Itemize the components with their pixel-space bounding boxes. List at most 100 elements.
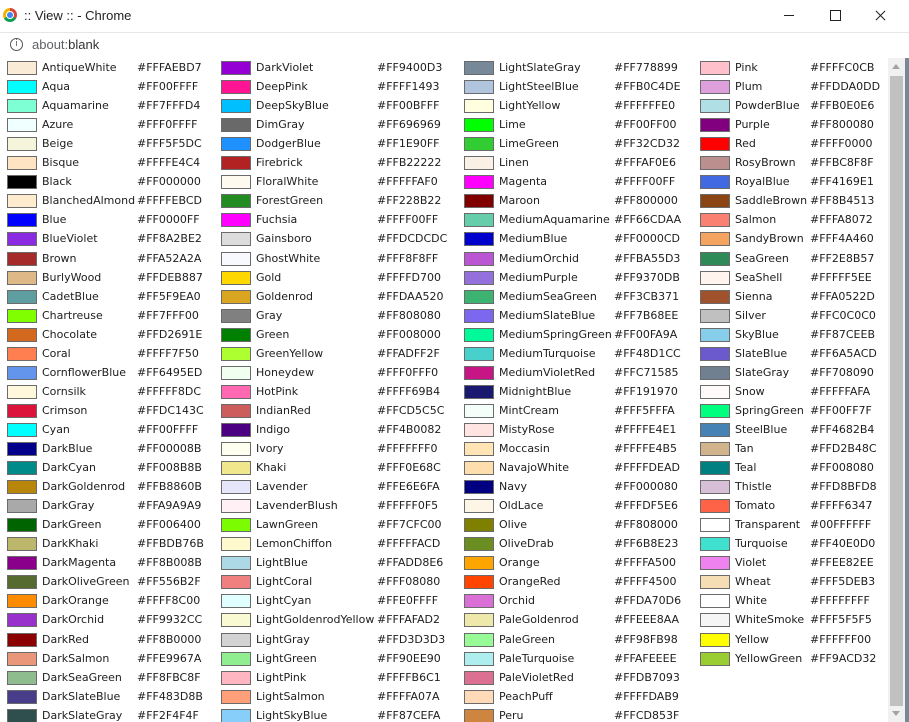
color-row: Purple #FF800080 <box>693 115 888 134</box>
color-hex: #FF228B22 <box>377 194 442 207</box>
color-row: DarkKhaki #FFBDB76B <box>0 534 214 553</box>
color-row: SandyBrown #FFF4A460 <box>693 229 888 248</box>
color-name: DodgerBlue <box>256 137 321 150</box>
chrome-logo-icon <box>3 8 17 22</box>
color-hex: #FF7FFF00 <box>137 309 199 322</box>
color-hex: #FF800000 <box>614 194 678 207</box>
scroll-thumb[interactable] <box>890 76 903 706</box>
color-swatch <box>700 347 730 361</box>
color-name: MediumTurquoise <box>499 347 596 360</box>
color-swatch <box>7 99 37 113</box>
color-hex: #FFFFE4B5 <box>614 442 678 455</box>
color-row: PeachPuff #FFFFDAB9 <box>457 687 693 706</box>
vertical-scrollbar[interactable] <box>888 58 905 722</box>
color-name: LightYellow <box>499 99 561 112</box>
color-name: SteelBlue <box>735 423 788 436</box>
url-scheme: about: <box>32 37 69 52</box>
color-row: MediumPurple #FF9370DB <box>457 268 693 287</box>
color-hex: #FF006400 <box>137 518 201 531</box>
color-name: PeachPuff <box>499 690 553 703</box>
color-name: Violet <box>735 556 767 569</box>
color-name: AntiqueWhite <box>42 61 117 74</box>
color-swatch <box>221 671 251 685</box>
color-swatch <box>7 709 37 722</box>
color-row: BlanchedAlmond #FFFFEBCD <box>0 191 214 210</box>
color-hex: #FFFF69B4 <box>377 385 441 398</box>
color-row: Ivory #FFFFFFF0 <box>214 439 457 458</box>
color-row: Silver #FFC0C0C0 <box>693 306 888 325</box>
color-hex: #FFFFDAB9 <box>614 690 679 703</box>
color-name: SaddleBrown <box>735 194 808 207</box>
color-name: MediumPurple <box>499 271 578 284</box>
color-row: PaleGreen #FF98FB98 <box>457 630 693 649</box>
color-hex: #FF7B68EE <box>614 309 679 322</box>
color-row: Teal #FF008080 <box>693 458 888 477</box>
color-name: RosyBrown <box>735 156 796 169</box>
color-swatch <box>221 423 251 437</box>
color-row: OliveDrab #FF6B8E23 <box>457 534 693 553</box>
url-path: blank <box>68 37 100 52</box>
color-row: PowderBlue #FFB0E0E6 <box>693 96 888 115</box>
color-hex: #FFC71585 <box>614 366 679 379</box>
color-row: Gray #FF808080 <box>214 306 457 325</box>
color-hex: #FF191970 <box>614 385 678 398</box>
color-swatch <box>700 271 730 285</box>
color-hex: #FF4682B4 <box>810 423 875 436</box>
color-name: Red <box>735 137 756 150</box>
color-swatch <box>221 633 251 647</box>
color-hex: #FF0000FF <box>137 213 200 226</box>
color-hex: #FFBDB76B <box>137 537 204 550</box>
color-row: LightGray #FFD3D3D3 <box>214 630 457 649</box>
color-swatch <box>464 232 494 246</box>
color-row: Goldenrod #FFDAA520 <box>214 287 457 306</box>
color-hex: #FF3CB371 <box>614 290 680 303</box>
color-name: OrangeRed <box>499 575 561 588</box>
close-button[interactable] <box>858 0 904 32</box>
color-name: Yellow <box>735 633 769 646</box>
color-hex: #FFD2691E <box>137 328 203 341</box>
color-hex: #FFB0E0E6 <box>810 99 875 112</box>
color-hex: #FFFFA07A <box>377 690 440 703</box>
color-hex: #FFDA70D6 <box>614 594 682 607</box>
color-hex: #FFFFF8DC <box>137 385 202 398</box>
scroll-down-arrow-icon[interactable] <box>888 705 905 722</box>
color-name: HotPink <box>256 385 299 398</box>
color-row: Gold #FFFFD700 <box>214 268 457 287</box>
color-hex: #FF6495ED <box>137 366 203 379</box>
minimize-button[interactable] <box>766 0 812 32</box>
color-row: LightCoral #FFF08080 <box>214 572 457 591</box>
color-row: Snow #FFFFFAFA <box>693 382 888 401</box>
color-row: MediumAquamarine #FF66CDAA <box>457 210 693 229</box>
color-swatch <box>700 404 730 418</box>
color-row: SpringGreen #FF00FF7F <box>693 401 888 420</box>
color-name: DarkGoldenrod <box>42 480 126 493</box>
color-row: MistyRose #FFFFE4E1 <box>457 420 693 439</box>
color-hex: #FFFFE4E1 <box>614 423 677 436</box>
color-swatch <box>221 480 251 494</box>
color-swatch <box>7 556 37 570</box>
color-name: DarkOrchid <box>42 613 105 626</box>
color-name: MediumBlue <box>499 232 568 245</box>
color-name: Magenta <box>499 175 548 188</box>
color-row: LightSlateGray #FF778899 <box>457 58 693 77</box>
color-name: Transparent <box>735 518 801 531</box>
color-hex: #FFFFFAFA <box>810 385 871 398</box>
color-hex: #FFFFC0CB <box>810 61 875 74</box>
address-bar[interactable]: i about:blank <box>0 33 909 58</box>
color-row: DarkGreen #FF006400 <box>0 515 214 534</box>
color-name: CadetBlue <box>42 290 99 303</box>
color-hex: #FFBA55D3 <box>614 252 681 265</box>
color-name: LightCoral <box>256 575 313 588</box>
color-swatch <box>7 213 37 227</box>
info-icon[interactable]: i <box>10 38 23 51</box>
maximize-button[interactable] <box>812 0 858 32</box>
color-name: DarkCyan <box>42 461 97 474</box>
url-text[interactable]: about:blank <box>32 37 99 52</box>
color-row: Indigo #FF4B0082 <box>214 420 457 439</box>
color-hex: #FFFFFF00 <box>810 633 872 646</box>
color-hex: #FF000080 <box>614 480 678 493</box>
color-swatch <box>7 404 37 418</box>
color-row: Honeydew #FFF0FFF0 <box>214 363 457 382</box>
scroll-up-arrow-icon[interactable] <box>888 58 905 75</box>
color-name: DarkViolet <box>256 61 314 74</box>
